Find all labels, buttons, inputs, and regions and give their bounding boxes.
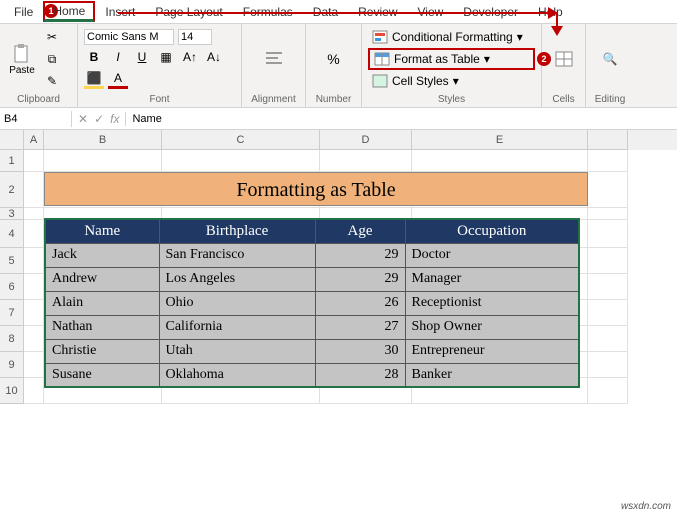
tab-help[interactable]: Help xyxy=(528,2,573,22)
cond-format-label: Conditional Formatting xyxy=(392,30,513,44)
paste-button[interactable]: Paste xyxy=(6,39,38,79)
tab-home[interactable]: Home xyxy=(43,1,95,22)
tab-page-layout[interactable]: Page Layout xyxy=(145,2,232,22)
enter-icon[interactable]: ✓ xyxy=(94,112,104,126)
shrink-font-icon[interactable]: A↓ xyxy=(204,47,224,67)
row-header-1[interactable]: 1 xyxy=(0,150,24,172)
callout-2: 2 xyxy=(537,52,551,66)
row-header-7[interactable]: 7 xyxy=(0,300,24,326)
name-box[interactable]: B4 xyxy=(0,111,72,127)
group-alignment-label: Alignment xyxy=(248,92,299,107)
number-button[interactable]: % xyxy=(318,39,350,79)
cell-styles-button[interactable]: Cell Styles ▾ xyxy=(368,72,535,90)
group-styles-label: Styles xyxy=(368,92,535,107)
chevron-down-icon: ▾ xyxy=(453,74,459,88)
cells-button[interactable] xyxy=(548,39,580,79)
underline-button[interactable]: U xyxy=(132,47,152,67)
col-header-D[interactable]: D xyxy=(320,130,412,150)
row-header-6[interactable]: 6 xyxy=(0,274,24,300)
spreadsheet-grid: A B C D E 1 2 3 4 5 6 7 8 9 10 Formattin… xyxy=(0,130,677,404)
select-all-corner[interactable] xyxy=(0,130,24,150)
tab-file[interactable]: File xyxy=(4,2,43,22)
group-font-label: Font xyxy=(84,92,235,107)
row-header-8[interactable]: 8 xyxy=(0,326,24,352)
alignment-button[interactable] xyxy=(258,39,290,79)
watermark: wsxdn.com xyxy=(621,501,671,512)
col-header-E[interactable]: E xyxy=(412,130,588,150)
row-header-9[interactable]: 9 xyxy=(0,352,24,378)
cancel-icon[interactable]: ✕ xyxy=(78,112,88,126)
header-age[interactable]: Age xyxy=(315,219,405,243)
ribbon-tabs: File 1 Home Insert Page Layout Formulas … xyxy=(0,0,677,24)
tab-insert[interactable]: Insert xyxy=(95,2,145,22)
table-row[interactable]: SusaneOklahoma28Banker xyxy=(45,363,579,387)
table-row[interactable]: AndrewLos Angeles29Manager xyxy=(45,267,579,291)
row-header-2[interactable]: 2 xyxy=(0,172,24,208)
group-number-label: Number xyxy=(312,92,355,107)
row-header-5[interactable]: 5 xyxy=(0,248,24,274)
data-overlay: Formatting as Table Name Birthplace Age … xyxy=(44,172,588,388)
table-row[interactable]: NathanCalifornia27Shop Owner xyxy=(45,315,579,339)
ribbon: Paste ✂ ⧉ ✎ Clipboard B I U ▦ A↑ xyxy=(0,24,677,108)
grow-font-icon[interactable]: A↑ xyxy=(180,47,200,67)
table-row[interactable]: ChristieUtah30Entrepreneur xyxy=(45,339,579,363)
italic-button[interactable]: I xyxy=(108,47,128,67)
chevron-down-icon: ▾ xyxy=(517,30,523,44)
table-row[interactable]: AlainOhio26Receptionist xyxy=(45,291,579,315)
editing-button[interactable]: 🔍 xyxy=(594,39,626,79)
bold-button[interactable]: B xyxy=(84,47,104,67)
header-occupation[interactable]: Occupation xyxy=(405,219,579,243)
formula-input[interactable]: Name xyxy=(126,111,677,127)
header-birthplace[interactable]: Birthplace xyxy=(159,219,315,243)
format-painter-icon[interactable]: ✎ xyxy=(42,71,62,91)
font-size-input[interactable] xyxy=(178,29,212,45)
group-editing-label: Editing xyxy=(592,92,628,107)
fill-color-icon[interactable]: ⬛ xyxy=(84,69,104,89)
col-header-A[interactable]: A xyxy=(24,130,44,150)
col-header-B[interactable]: B xyxy=(44,130,162,150)
formula-bar: B4 ✕ ✓ fx Name xyxy=(0,108,677,130)
fx-icon[interactable]: fx xyxy=(110,112,119,126)
cut-icon[interactable]: ✂ xyxy=(42,27,62,47)
header-name[interactable]: Name xyxy=(45,219,159,243)
title-cell[interactable]: Formatting as Table xyxy=(44,172,588,206)
format-as-table-button[interactable]: Format as Table▾ 2 xyxy=(368,48,535,70)
chevron-down-icon: ▾ xyxy=(484,52,490,66)
table-row[interactable]: JackSan Francisco29Doctor xyxy=(45,243,579,267)
paste-label: Paste xyxy=(9,65,35,76)
copy-icon[interactable]: ⧉ xyxy=(42,49,62,69)
group-clipboard-label: Clipboard xyxy=(6,92,71,107)
data-table[interactable]: Name Birthplace Age Occupation JackSan F… xyxy=(44,218,580,388)
font-name-input[interactable] xyxy=(84,29,174,45)
tab-developer[interactable]: Developer xyxy=(453,2,528,22)
font-color-icon[interactable]: A xyxy=(108,69,128,89)
row-header-3[interactable]: 3 xyxy=(0,208,24,220)
row-header-4[interactable]: 4 xyxy=(0,220,24,248)
format-table-label: Format as Table xyxy=(394,52,480,66)
group-cells-label: Cells xyxy=(548,92,579,107)
tab-formulas[interactable]: Formulas xyxy=(233,2,303,22)
conditional-formatting-button[interactable]: Conditional Formatting ▾ xyxy=(368,28,535,46)
row-header-10[interactable]: 10 xyxy=(0,378,24,404)
cell-styles-label: Cell Styles xyxy=(392,74,449,88)
tab-view[interactable]: View xyxy=(408,2,454,22)
tab-data[interactable]: Data xyxy=(303,2,348,22)
col-header-C[interactable]: C xyxy=(162,130,320,150)
tab-review[interactable]: Review xyxy=(348,2,407,22)
border-icon[interactable]: ▦ xyxy=(156,47,176,67)
col-header-extra[interactable] xyxy=(588,130,628,150)
